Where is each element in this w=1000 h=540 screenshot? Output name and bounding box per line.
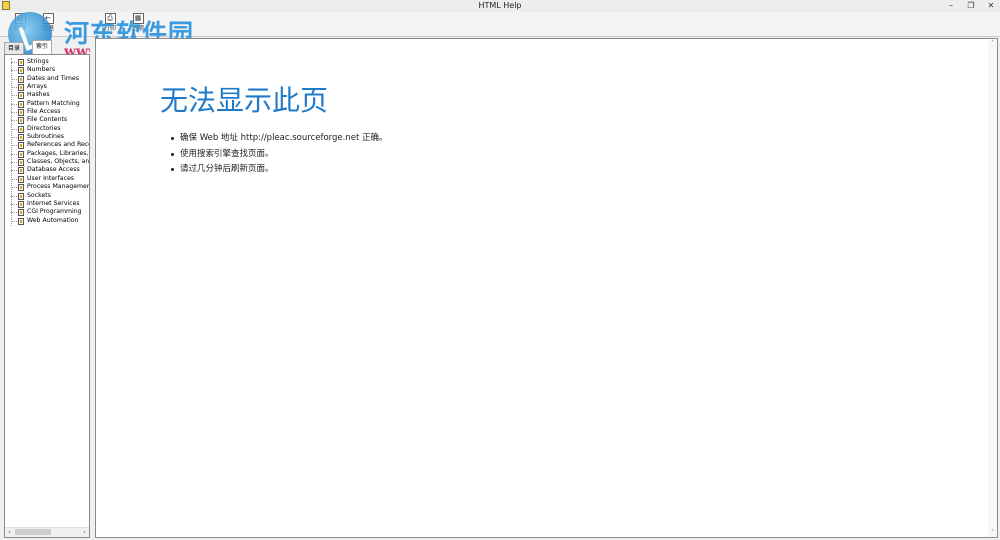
tree-item-label: Directories: [27, 124, 61, 132]
page-icon: [18, 209, 24, 217]
tree-item-label: Subroutines: [27, 133, 64, 141]
page-icon: [18, 67, 24, 75]
close-button[interactable]: ✕: [986, 0, 996, 12]
tree-item-label: Strings: [27, 58, 49, 65]
scroll-left-icon[interactable]: ‹: [5, 528, 14, 537]
scroll-right-icon[interactable]: ›: [80, 528, 89, 537]
page-icon: [18, 134, 24, 142]
page-icon: [18, 117, 24, 125]
tree-item[interactable]: Process Management: [5, 183, 90, 192]
page-icon: [18, 200, 24, 208]
tree-item[interactable]: Directories: [5, 124, 89, 133]
tree-item-label: Web Automation: [27, 216, 79, 224]
tree-item[interactable]: CGI Programming: [5, 208, 89, 217]
page-icon: [18, 175, 24, 183]
print-button-label: 打印: [103, 25, 116, 32]
tree-item-label: Process Management: [27, 183, 90, 191]
scroll-thumb[interactable]: [15, 529, 51, 535]
page-icon: [18, 84, 24, 92]
tree-item-label: CGI Programming: [27, 208, 82, 216]
tree-item[interactable]: Database Access: [5, 166, 89, 175]
hide-button-label: 隐藏: [13, 25, 26, 32]
tree-item[interactable]: Numbers: [5, 66, 89, 75]
tree-item[interactable]: User Interfaces: [5, 174, 89, 183]
tree-item-label: Arrays: [27, 83, 47, 91]
toolbar: ▤ 隐藏 ← 后退 ⎙ 打印 ▦ 选项: [0, 12, 1000, 37]
tree-list: Strings Numbers Dates and Times Arrays Hashe…: [5, 58, 90, 225]
tab-contents[interactable]: 目录: [4, 42, 25, 54]
back-button-label: 后退: [41, 25, 54, 32]
page-icon: [18, 100, 24, 108]
page-icon: [18, 59, 24, 66]
hide-button[interactable]: ▤ 隐藏: [6, 13, 34, 33]
scroll-down-icon[interactable]: ˅: [988, 528, 997, 537]
tree-item[interactable]: File Contents: [5, 116, 89, 125]
page-icon: [18, 192, 24, 200]
tree-item-label: Hashes: [27, 91, 50, 99]
nav-tabs: 目录 索引: [4, 40, 90, 54]
page-icon: [18, 159, 24, 167]
page-icon: [18, 75, 24, 83]
suggestion-item: 确保 Web 地址 http://pleac.sourceforge.net 正…: [170, 131, 388, 147]
tree-item-label: Sockets: [27, 191, 51, 199]
tree-item-label: Internet Services: [27, 199, 80, 207]
tree-item[interactable]: Pattern Matching: [5, 99, 89, 108]
print-button[interactable]: ⎙ 打印: [96, 13, 124, 33]
page-icon: [18, 167, 24, 175]
tree-item[interactable]: Strings: [5, 58, 89, 66]
suggestion-item: 请过几分钟后刷新页面。: [170, 162, 388, 178]
tree-item[interactable]: Internet Services: [5, 199, 89, 208]
tree-item-label: Database Access: [27, 166, 80, 174]
page-title: 无法显示此页: [160, 84, 329, 117]
suggestion-item: 使用搜索引擎查找页面。: [170, 147, 388, 163]
tree-item-label: Packages, Libraries, and Modules: [27, 149, 89, 157]
content-pane: 无法显示此页 确保 Web 地址 http://pleac.sourceforg…: [95, 38, 998, 538]
page-icon: [18, 184, 24, 192]
tree-item-label: Dates and Times: [27, 74, 79, 82]
tree-item[interactable]: Web Automation: [5, 216, 89, 225]
tree-item[interactable]: Packages, Libraries, and Modules: [5, 149, 89, 158]
tree-item[interactable]: Subroutines: [5, 133, 89, 142]
tree-item[interactable]: Dates and Times: [5, 74, 89, 83]
tree-item-label: File Access: [27, 108, 61, 116]
tree-item[interactable]: Hashes: [5, 91, 89, 100]
tree-item-label: File Contents: [27, 116, 68, 124]
tab-index[interactable]: 索引: [32, 40, 53, 54]
suggestion-list: 确保 Web 地址 http://pleac.sourceforge.net 正…: [170, 131, 388, 178]
tree-item[interactable]: Sockets: [5, 191, 89, 200]
restore-button[interactable]: ❐: [966, 0, 976, 12]
content-vertical-scrollbar[interactable]: ˄ ˅: [988, 39, 997, 537]
tree-item-label: User Interfaces: [27, 174, 74, 182]
page-icon: [18, 150, 24, 158]
tree-item[interactable]: File Access: [5, 108, 89, 117]
tree-item-label: References and Records: [27, 141, 89, 149]
hide-icon: ▤: [14, 13, 26, 24]
window-controls: – ❐ ✕: [946, 0, 996, 12]
tree-item-label: Numbers: [27, 66, 56, 74]
tree-item-label: Pattern Matching: [27, 99, 80, 107]
back-icon: ←: [42, 13, 54, 24]
scroll-up-icon[interactable]: ˄: [988, 39, 997, 48]
tree-horizontal-scrollbar[interactable]: ‹ ›: [5, 527, 89, 537]
options-button-label: 选项: [131, 25, 144, 32]
tree-item[interactable]: References and Records: [5, 141, 89, 150]
options-button[interactable]: ▦ 选项: [124, 13, 152, 33]
options-icon: ▦: [132, 13, 144, 24]
window-title: HTML Help: [478, 1, 522, 10]
print-icon: ⎙: [104, 13, 116, 24]
contents-tree: Strings Numbers Dates and Times Arrays Hashe…: [4, 54, 90, 538]
back-button[interactable]: ← 后退: [34, 13, 62, 33]
tree-item-label: Classes, Objects, and Ties: [27, 158, 90, 166]
tree-item[interactable]: Classes, Objects, and Ties: [5, 158, 90, 167]
page-icon: [18, 92, 24, 100]
tree-item[interactable]: Arrays: [5, 83, 89, 92]
page-icon: [18, 217, 24, 225]
page-icon: [18, 125, 24, 133]
page-icon: [18, 109, 24, 117]
page-icon: [18, 142, 24, 150]
minimize-button[interactable]: –: [946, 0, 956, 12]
